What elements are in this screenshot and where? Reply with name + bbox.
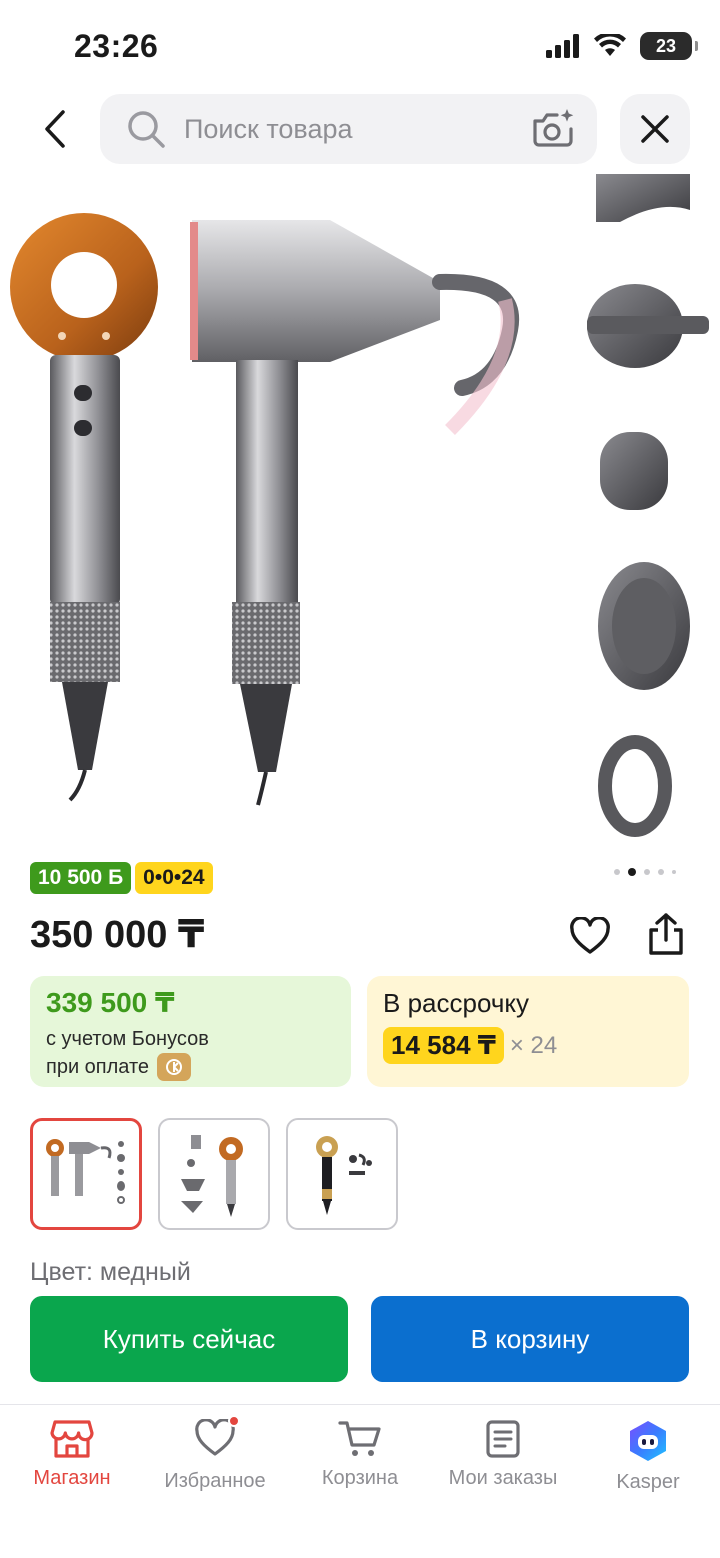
pager-dot (658, 869, 664, 875)
tab-label: Избранное (164, 1470, 266, 1492)
installment-card[interactable]: В рассрочку 14 584 ₸ × 24 (367, 976, 689, 1087)
variant-black-gold[interactable] (286, 1118, 398, 1230)
share-icon (649, 913, 683, 955)
kasper-icon (630, 1421, 666, 1461)
wifi-icon (594, 34, 626, 56)
installment-amount: 14 584 ₸ (383, 1027, 504, 1064)
status-time: 23:26 (74, 28, 159, 64)
product-image (10, 174, 709, 837)
installment-row: 14 584 ₸ × 24 (383, 1027, 673, 1064)
pager-dot (614, 869, 620, 875)
add-to-cart-button[interactable]: В корзину (371, 1296, 689, 1382)
pager-dot (672, 870, 676, 874)
battery-icon: 23 (640, 32, 698, 60)
cart-icon (338, 1421, 381, 1456)
promo-badges: 10 500 Б 0•0•24 (30, 862, 213, 894)
variant-nickel-set[interactable] (158, 1118, 270, 1230)
orders-icon (486, 1420, 520, 1458)
favorite-button[interactable] (566, 912, 614, 960)
installment-badge: 0•0•24 (135, 862, 213, 894)
bonus-price-card[interactable]: 339 500 ₸ с учетом Бонусов при оплате (30, 976, 351, 1087)
status-icons: 23 (546, 32, 698, 60)
tab-label: Корзина (321, 1467, 399, 1489)
search-placeholder: Поиск товара (184, 114, 353, 144)
tab-label: Мои заказы (448, 1467, 558, 1489)
product-price: 350 000 ₸ (30, 914, 205, 956)
back-button[interactable] (30, 104, 80, 154)
tab-label: Магазин (33, 1467, 111, 1489)
search-icon (128, 111, 165, 148)
variant-thumbnail (316, 1136, 372, 1215)
heart-icon (570, 917, 610, 954)
header: Поиск товара (0, 94, 720, 164)
gallery-pager (614, 868, 676, 876)
bonus-badge: 10 500 Б (30, 862, 132, 894)
color-label: Цвет: медный (30, 1258, 191, 1286)
notification-dot (228, 1415, 240, 1427)
share-button[interactable] (642, 910, 690, 958)
status-bar: 23:26 23 (0, 0, 720, 90)
bonus-note-2-row: при оплате (46, 1053, 335, 1081)
buy-now-button[interactable]: Купить сейчас (30, 1296, 348, 1382)
tab-orders[interactable]: Мои заказы (431, 1419, 575, 1490)
product-image-gallery[interactable] (0, 170, 720, 850)
store-icon (50, 1420, 94, 1458)
heart-icon-wrap (194, 1415, 240, 1462)
installment-title: В рассрочку (383, 988, 530, 1018)
search-input[interactable]: Поиск товара (100, 94, 597, 164)
bonus-note-1: с учетом Бонусов (46, 1028, 209, 1050)
tab-favorites[interactable]: Избранное (143, 1415, 287, 1493)
signal-icon (546, 34, 579, 58)
tab-label: Kasper (616, 1471, 680, 1493)
kaspi-coin-icon (157, 1053, 192, 1081)
variant-thumbnail (181, 1135, 243, 1217)
variant-thumbnail (46, 1139, 125, 1204)
variant-copper[interactable] (30, 1118, 142, 1230)
bonus-price: 339 500 ₸ (46, 987, 175, 1018)
close-button[interactable] (620, 94, 690, 164)
close-icon (641, 115, 669, 143)
tab-store[interactable]: Магазин (0, 1419, 144, 1490)
chevron-left-icon (45, 110, 65, 148)
pager-dot-active (628, 868, 636, 876)
tab-cart[interactable]: Корзина (288, 1419, 432, 1490)
bonus-note-2: при оплате (46, 1056, 150, 1078)
color-variants (30, 1118, 398, 1230)
camera-search-icon[interactable] (531, 107, 575, 149)
installment-multiplier: × 24 (509, 1031, 558, 1059)
tab-kasper[interactable]: Kasper (576, 1419, 720, 1494)
pager-dot (644, 869, 650, 875)
bottom-tab-bar: Магазин Избранное Корзина Мои заказы Kas… (0, 1404, 720, 1558)
